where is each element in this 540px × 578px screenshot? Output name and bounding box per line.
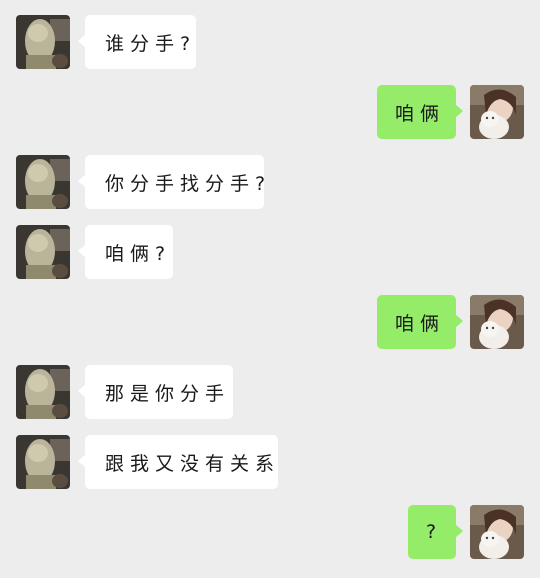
message-bubble[interactable]: 咱俩: [377, 85, 463, 139]
message-row-outgoing: ?: [0, 505, 540, 559]
message-row-incoming: 咱俩?: [0, 225, 540, 279]
message-bubble[interactable]: 你分手找分手?: [78, 155, 265, 209]
message-bubble[interactable]: 咱俩: [377, 295, 463, 349]
user-avatar[interactable]: [470, 295, 524, 349]
user-avatar-image: [470, 505, 524, 559]
user-avatar-image: [470, 295, 524, 349]
message-bubble[interactable]: 咱俩?: [78, 225, 173, 279]
message-row-incoming: 谁分手?: [0, 15, 540, 69]
contact-avatar[interactable]: [16, 225, 70, 279]
contact-avatar[interactable]: [16, 365, 70, 419]
message-row-incoming: 那是你分手: [0, 365, 540, 419]
user-avatar-image: [470, 85, 524, 139]
message-bubble[interactable]: 那是你分手: [78, 365, 233, 419]
contact-avatar-image: [16, 365, 70, 419]
message-bubble[interactable]: 谁分手?: [78, 15, 196, 69]
message-bubble[interactable]: ?: [408, 505, 463, 559]
message-row-outgoing: 咱俩: [0, 85, 540, 139]
user-avatar[interactable]: [470, 85, 524, 139]
contact-avatar-image: [16, 225, 70, 279]
contact-avatar[interactable]: [16, 435, 70, 489]
message-row-incoming: 你分手找分手?: [0, 155, 540, 209]
user-avatar[interactable]: [470, 505, 524, 559]
message-bubble[interactable]: 跟我又没有关系: [78, 435, 278, 489]
contact-avatar-image: [16, 155, 70, 209]
message-row-outgoing: 咱俩: [0, 295, 540, 349]
message-row-incoming: 跟我又没有关系: [0, 435, 540, 489]
contact-avatar-image: [16, 15, 70, 69]
contact-avatar[interactable]: [16, 15, 70, 69]
contact-avatar-image: [16, 435, 70, 489]
contact-avatar[interactable]: [16, 155, 70, 209]
